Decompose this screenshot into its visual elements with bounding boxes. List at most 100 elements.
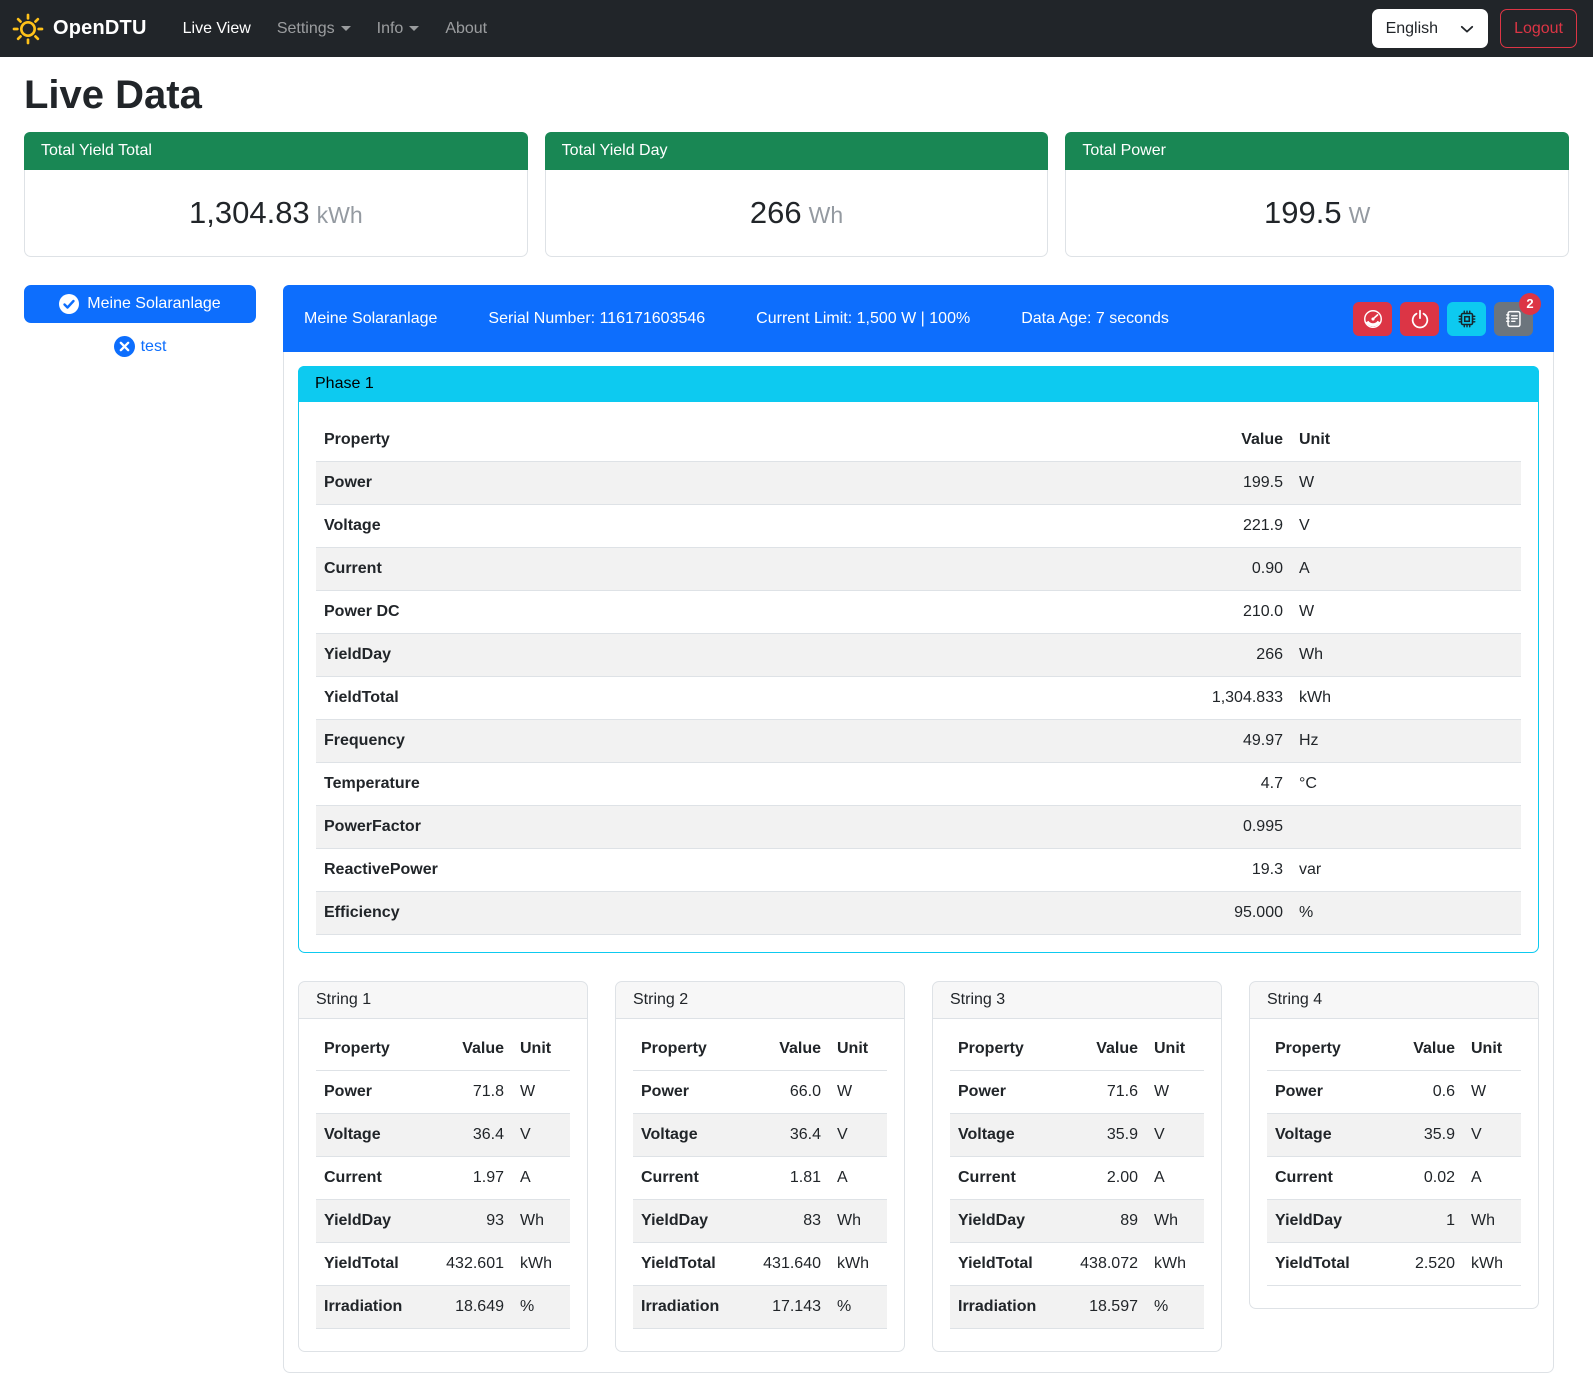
unit-cell: °C <box>1291 763 1521 806</box>
table-row: YieldTotal2.520kWh <box>1267 1243 1521 1286</box>
table-header-row: PropertyValueUnit <box>316 419 1521 462</box>
column-header: Property <box>316 1028 426 1071</box>
value-cell: 89 <box>1060 1200 1146 1243</box>
card-header: Total Yield Day <box>545 132 1049 170</box>
language-select[interactable]: English <box>1372 9 1488 48</box>
unit-cell: Wh <box>829 1200 887 1243</box>
page-title: Live Data <box>24 73 1569 118</box>
caret-down-icon <box>409 26 419 31</box>
property-cell: Voltage <box>633 1114 743 1157</box>
inverter-limit: Current Limit: 1,500 W | 100% <box>756 310 970 328</box>
property-cell: Current <box>316 1157 426 1200</box>
table-row: YieldTotal431.640kWh <box>633 1243 887 1286</box>
unit-cell: Wh <box>512 1200 570 1243</box>
column-header: Property <box>316 419 899 462</box>
property-cell: Current <box>950 1157 1060 1200</box>
value-cell: 93 <box>426 1200 512 1243</box>
column-header: Value <box>1060 1028 1146 1071</box>
property-cell: YieldTotal <box>316 1243 426 1286</box>
table-row: YieldTotal432.601kWh <box>316 1243 570 1286</box>
unit-cell: V <box>829 1114 887 1157</box>
value-cell: 0.02 <box>1387 1157 1463 1200</box>
column-header: Unit <box>829 1028 887 1071</box>
card-header: Total Yield Total <box>24 132 528 170</box>
property-cell: ReactivePower <box>316 849 899 892</box>
unit-cell: kWh <box>1463 1243 1521 1286</box>
phase-card: Phase 1 PropertyValueUnitPower199.5WVolt… <box>298 366 1539 953</box>
unit-cell: V <box>512 1114 570 1157</box>
table-row: Voltage36.4V <box>316 1114 570 1157</box>
card-body: 1,304.83 kWh <box>25 170 527 256</box>
logout-button[interactable]: Logout <box>1500 9 1577 48</box>
column-header: Property <box>950 1028 1060 1071</box>
property-cell: YieldTotal <box>1267 1243 1387 1286</box>
value-cell: 19.3 <box>899 849 1291 892</box>
string-card: String 1PropertyValueUnitPower71.8WVolta… <box>298 981 588 1352</box>
property-cell: Current <box>1267 1157 1387 1200</box>
brand[interactable]: OpenDTU <box>12 13 147 45</box>
unit-cell: Hz <box>1291 720 1521 763</box>
phase-table: PropertyValueUnitPower199.5WVoltage221.9… <box>316 419 1521 935</box>
property-cell: Voltage <box>1267 1114 1387 1157</box>
nav-item-settings[interactable]: Settings <box>267 12 361 46</box>
card-body: 266Wh <box>546 170 1048 256</box>
limit-settings-button[interactable] <box>1353 302 1392 336</box>
property-cell: Temperature <box>316 763 899 806</box>
column-header: Unit <box>1463 1028 1521 1071</box>
property-cell: Power <box>316 462 899 505</box>
unit-cell: Wh <box>1463 1200 1521 1243</box>
table-row: ReactivePower19.3var <box>316 849 1521 892</box>
device-info-button[interactable] <box>1447 302 1486 336</box>
total-power-card: Total Power 199.5W <box>1065 132 1569 257</box>
property-cell: Power <box>950 1071 1060 1114</box>
property-cell: Power <box>316 1071 426 1114</box>
card-unit: Wh <box>809 202 844 228</box>
value-cell: 36.4 <box>426 1114 512 1157</box>
card-value: 1,304.83 <box>189 195 310 230</box>
table-row: Power199.5W <box>316 462 1521 505</box>
property-cell: Power <box>633 1071 743 1114</box>
table-row: YieldDay1Wh <box>1267 1200 1521 1243</box>
property-cell: Irradiation <box>950 1286 1060 1329</box>
value-cell: 18.649 <box>426 1286 512 1329</box>
power-settings-button[interactable] <box>1400 302 1439 336</box>
property-cell: YieldDay <box>1267 1200 1387 1243</box>
card-header: Total Power <box>1065 132 1569 170</box>
table-row: Irradiation18.649% <box>316 1286 570 1329</box>
inverter-item-test[interactable]: test <box>24 336 256 357</box>
unit-cell: W <box>1291 462 1521 505</box>
nav-item-about[interactable]: About <box>435 12 497 46</box>
inverter-section: Meine Solaranlage test Meine Solaranlage… <box>24 285 1569 1373</box>
table-row: YieldDay83Wh <box>633 1200 887 1243</box>
unit-cell: kWh <box>1291 677 1521 720</box>
value-cell: 1.97 <box>426 1157 512 1200</box>
property-cell: Voltage <box>950 1114 1060 1157</box>
chevron-down-icon <box>1460 22 1474 36</box>
property-cell: Power DC <box>316 591 899 634</box>
inverter-selector: Meine Solaranlage test <box>24 285 256 357</box>
unit-cell: kWh <box>512 1243 570 1286</box>
card-unit: kWh <box>317 202 363 228</box>
nav-right: English Logout <box>1372 9 1577 48</box>
value-cell: 432.601 <box>426 1243 512 1286</box>
column-header: Unit <box>1146 1028 1204 1071</box>
string-table: PropertyValueUnitPower66.0WVoltage36.4VC… <box>633 1028 887 1329</box>
property-cell: Voltage <box>316 505 899 548</box>
phase-card-header: Phase 1 <box>298 366 1539 402</box>
value-cell: 221.9 <box>899 505 1291 548</box>
total-yield-total-card: Total Yield Total 1,304.83 kWh <box>24 132 528 257</box>
cpu-icon <box>1456 308 1478 330</box>
property-cell: YieldDay <box>950 1200 1060 1243</box>
event-log-button[interactable]: 2 <box>1494 302 1533 336</box>
power-icon <box>1409 308 1431 330</box>
table-row: Current2.00A <box>950 1157 1204 1200</box>
string-table: PropertyValueUnitPower71.6WVoltage35.9VC… <box>950 1028 1204 1329</box>
value-cell: 4.7 <box>899 763 1291 806</box>
value-cell: 66.0 <box>743 1071 829 1114</box>
nav-item-info[interactable]: Info <box>367 12 430 46</box>
nav-item-live-view[interactable]: Live View <box>173 12 261 46</box>
table-row: YieldDay93Wh <box>316 1200 570 1243</box>
inverter-select-button[interactable]: Meine Solaranlage <box>24 285 256 323</box>
nav-links: Live View Settings Info About <box>173 12 498 46</box>
table-row: Current0.90A <box>316 548 1521 591</box>
